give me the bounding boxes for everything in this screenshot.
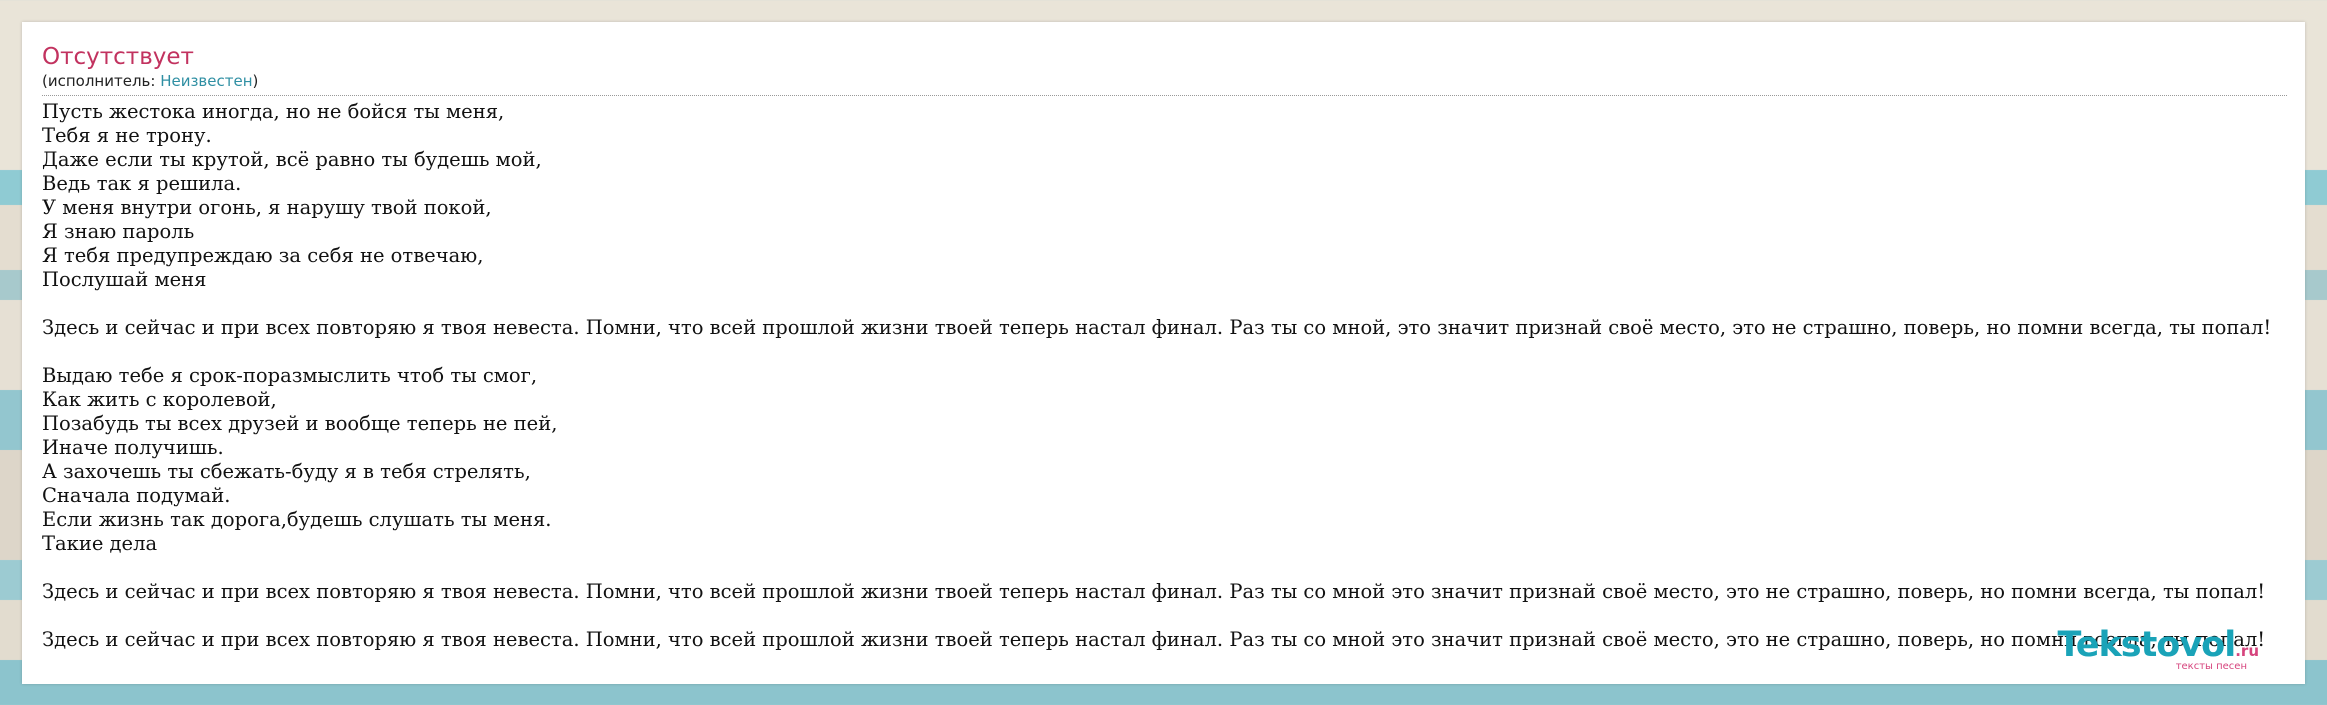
lyrics-line: Даже если ты крутой, всё равно ты будешь… [42, 148, 542, 171]
lyrics-line: Здесь и сейчас и при всех повторяю я тво… [42, 628, 2266, 651]
lyrics-line: Выдаю тебе я срок-поразмыслить чтоб ты с… [42, 364, 538, 387]
lyrics-line: А захочешь ты сбежать-буду я в тебя стре… [42, 460, 531, 483]
lyrics-panel: Отсутствует (исполнитель: Неизвестен) Пу… [22, 22, 2305, 684]
song-header: Отсутствует (исполнитель: Неизвестен) [42, 42, 2287, 96]
lyrics-line: Сначала подумай. [42, 484, 231, 507]
lyrics-blank-line [42, 556, 2327, 580]
lyrics-line: Если жизнь так дорога,будешь слушать ты … [42, 508, 552, 531]
lyrics-line: Здесь и сейчас и при всех повторяю я тво… [42, 316, 2272, 339]
lyrics-line: Я знаю пароль [42, 220, 195, 243]
lyrics-line: Ведь так я решила. [42, 172, 242, 195]
lyrics-line: Здесь и сейчас и при всех повторяю я тво… [42, 580, 2266, 603]
artist-link[interactable]: Неизвестен [160, 72, 252, 90]
lyrics-line: Как жить с королевой, [42, 388, 277, 411]
logo-name: Tekstovol [2057, 625, 2237, 665]
lyrics-blank-line [42, 604, 2327, 628]
lyrics-line: Тебя я не трону. [42, 124, 212, 147]
site-logo[interactable]: Tekstovol.ru тексты песен [2058, 627, 2260, 672]
lyrics-text: Пусть жестока иногда, но не бойся ты мен… [42, 100, 2327, 652]
artist-prefix: (исполнитель: [42, 72, 161, 90]
artist-suffix: ) [252, 72, 259, 90]
lyrics-line: Послушай меня [42, 268, 207, 291]
lyrics-blank-line [42, 292, 2327, 316]
lyrics-line: Иначе получишь. [42, 436, 224, 459]
lyrics-line: Такие дела [42, 532, 158, 555]
song-title: Отсутствует [42, 44, 194, 70]
lyrics-line: Я тебя предупреждаю за себя не отвечаю, [42, 244, 484, 267]
lyrics-blank-line [42, 340, 2327, 364]
lyrics-line: Пусть жестока иногда, но не бойся ты мен… [42, 100, 505, 123]
lyrics-line: Позабудь ты всех друзей и вообще теперь … [42, 412, 558, 435]
artist-line: (исполнитель: Неизвестен) [42, 72, 2287, 96]
logo-tld: .ru [2235, 642, 2259, 660]
lyrics-line: У меня внутри огонь, я нарушу твой покой… [42, 196, 492, 219]
